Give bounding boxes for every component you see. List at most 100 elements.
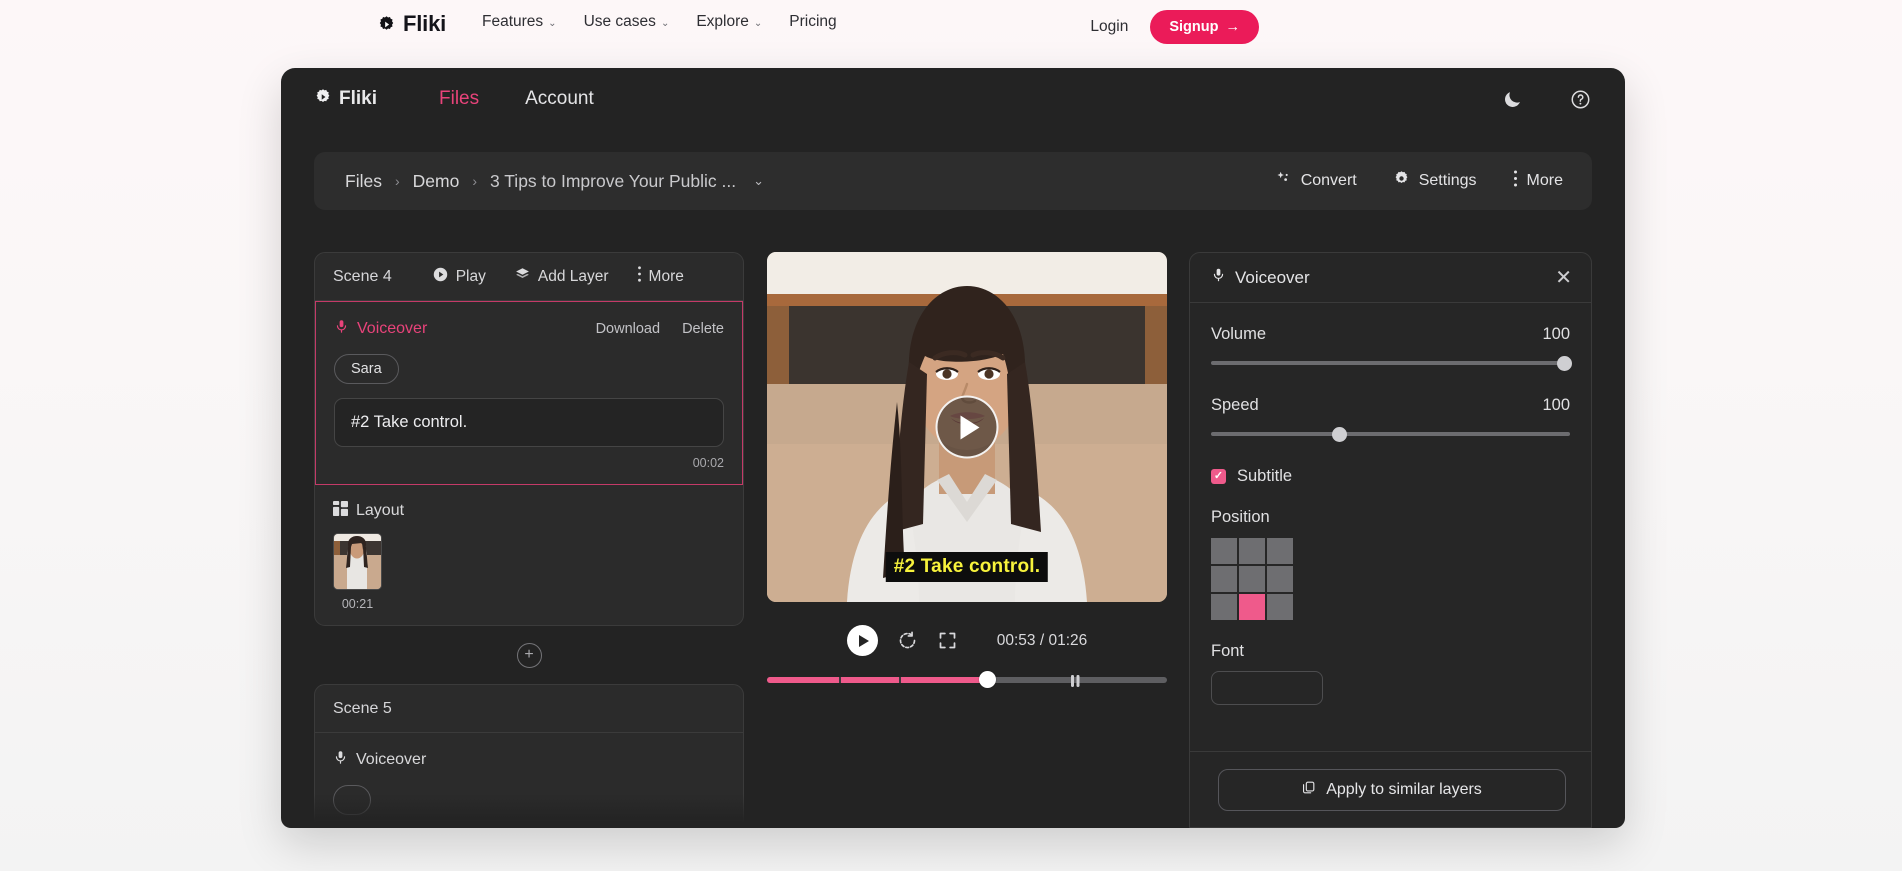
delete-link[interactable]: Delete: [682, 321, 724, 337]
slider-handle[interactable]: [1557, 356, 1572, 371]
breadcrumb-actions: Convert Settings More: [1275, 169, 1563, 193]
subtitle-toggle[interactable]: ✓ Subtitle: [1211, 467, 1570, 486]
scene-list-panel: Scene 4 Play Add Layer More Voiceover Do…: [314, 252, 744, 828]
slider-handle[interactable]: [1332, 427, 1348, 442]
breadcrumb-item-demo[interactable]: Demo: [413, 171, 460, 192]
subtitle-position-cell-0[interactable]: [1211, 538, 1237, 564]
settings-label: Settings: [1418, 172, 1477, 189]
close-x-icon[interactable]: ✕: [1555, 268, 1572, 288]
app-brand[interactable]: Fliki: [314, 88, 377, 111]
subtitle-position-cell-5[interactable]: [1267, 566, 1293, 592]
voice-name-chip[interactable]: [333, 785, 372, 815]
convert-label: Convert: [1300, 172, 1357, 189]
subtitle-label: Subtitle: [1237, 467, 1293, 485]
scene-add-layer-button[interactable]: Add Layer: [514, 266, 609, 288]
subtitle-position-cell-8[interactable]: [1267, 594, 1293, 620]
help-circle-icon[interactable]: [1570, 89, 1591, 110]
subtitle-position-cell-2[interactable]: [1267, 538, 1293, 564]
speed-slider[interactable]: [1211, 426, 1570, 442]
fullscreen-button[interactable]: [937, 630, 958, 651]
site-brand[interactable]: Fliki: [377, 11, 446, 37]
scene-play-button[interactable]: Play: [432, 266, 486, 288]
voiceover-layer-header: Voiceover Download Delete: [334, 318, 724, 340]
more-button[interactable]: More: [1513, 169, 1563, 193]
signup-button[interactable]: Signup →: [1150, 10, 1259, 44]
subtitle-position-grid[interactable]: [1211, 538, 1570, 620]
timeline-scene-marker: [839, 677, 841, 683]
player-timeline[interactable]: [767, 671, 1167, 688]
player-controls: 00:53 / 01:26: [767, 625, 1167, 656]
breadcrumb-item-files[interactable]: Files: [345, 171, 382, 192]
timeline-scrubber-handle[interactable]: [979, 671, 996, 688]
kebab-menu-icon: [637, 265, 642, 288]
settings-button[interactable]: Settings: [1393, 170, 1477, 192]
voiceover-label: Voiceover: [357, 320, 428, 337]
apply-to-similar-layers-button[interactable]: Apply to similar layers: [1217, 768, 1566, 811]
voiceover-layer-title: Voiceover: [334, 318, 427, 340]
player-time-display: 00:53 / 01:26: [996, 631, 1088, 649]
scene-more-button[interactable]: More: [637, 265, 684, 288]
position-label: Position: [1211, 508, 1270, 526]
check-glyph: ✓: [1213, 470, 1224, 482]
voiceover-settings-title: Voiceover: [1211, 266, 1310, 289]
nav-item-explore[interactable]: Explore ⌄: [696, 13, 762, 31]
nav-item-pricing[interactable]: Pricing: [789, 13, 836, 31]
font-select[interactable]: [1211, 671, 1323, 705]
layout-label: Layout: [356, 502, 405, 519]
layout-layer[interactable]: Layout 00:21: [315, 485, 743, 625]
play-button[interactable]: [846, 625, 878, 656]
voiceover-layer-title: Voiceover: [333, 749, 426, 771]
voiceover-layer[interactable]: Voiceover: [315, 733, 743, 828]
copy-icon: [1301, 780, 1316, 800]
download-link[interactable]: Download: [596, 321, 661, 337]
speed-label: Speed: [1211, 396, 1259, 414]
subtitle-position-cell-4[interactable]: [1239, 566, 1265, 592]
nav-label: Explore: [696, 13, 749, 30]
subtitle-position-cell-1[interactable]: [1239, 538, 1265, 564]
timeline-scene-marker: [899, 677, 901, 683]
tab-account[interactable]: Account: [525, 88, 594, 110]
play-triangle-icon: [858, 634, 869, 647]
microphone-icon: [334, 318, 349, 340]
video-subtitle: #2 Take control.: [885, 552, 1049, 582]
breadcrumb: Files › Demo › 3 Tips to Improve Your Pu…: [345, 171, 764, 192]
breadcrumb-item-current[interactable]: 3 Tips to Improve Your Public ...: [490, 171, 736, 192]
subtitle-position-cell-7[interactable]: [1239, 594, 1265, 620]
nav-label: Use cases: [583, 13, 656, 30]
sparkles-icon: [1275, 170, 1292, 192]
voiceover-script-input[interactable]: #2 Take control.: [334, 398, 724, 447]
voiceover-settings-header: Voiceover ✕: [1190, 253, 1591, 303]
login-link[interactable]: Login: [1090, 18, 1128, 36]
tab-files[interactable]: Files: [439, 88, 479, 110]
app-header: Fliki Files Account: [281, 68, 1625, 130]
dark-mode-moon-icon[interactable]: [1502, 89, 1523, 110]
voiceover-layer[interactable]: Voiceover Download Delete Sara #2 Take c…: [316, 301, 742, 485]
nav-item-features[interactable]: Features ⌄: [482, 13, 557, 31]
layout-grid-icon: [333, 501, 348, 521]
video-play-overlay-button[interactable]: [935, 395, 999, 459]
subtitle-position-cell-6[interactable]: [1211, 594, 1237, 620]
play-triangle-icon: [960, 415, 980, 439]
voiceover-layer-header: Voiceover: [333, 749, 725, 771]
convert-button[interactable]: Convert: [1275, 170, 1357, 192]
chevron-down-icon: ⌄: [753, 17, 763, 29]
speed-value: 100: [1542, 396, 1570, 414]
layout-thumbnail[interactable]: [333, 533, 382, 590]
gear-play-icon: [314, 88, 332, 111]
plus-circle-icon[interactable]: +: [516, 643, 542, 668]
app-window: Fliki Files Account Files › Demo › 3 Tip…: [281, 68, 1625, 828]
volume-slider[interactable]: [1211, 355, 1572, 371]
voice-name-chip[interactable]: Sara: [334, 354, 399, 384]
nav-label: Pricing: [789, 13, 837, 30]
site-top-navigation: Fliki Features ⌄ Use cases ⌄ Explore ⌄ P…: [0, 0, 1902, 54]
chevron-down-icon[interactable]: ⌄: [753, 173, 764, 189]
layout-duration: 00:21: [341, 597, 374, 611]
subtitle-position-cell-3[interactable]: [1211, 566, 1237, 592]
app-brand-label: Fliki: [339, 88, 378, 109]
restart-button[interactable]: [897, 630, 918, 651]
app-tabs: Files Account: [439, 88, 594, 110]
voiceover-duration: 00:02: [692, 456, 724, 470]
scene-card-4: Scene 4 Play Add Layer More Voiceover Do…: [314, 252, 744, 626]
nav-item-use-cases[interactable]: Use cases ⌄: [584, 13, 670, 31]
video-preview[interactable]: #2 Take control.: [767, 252, 1167, 602]
